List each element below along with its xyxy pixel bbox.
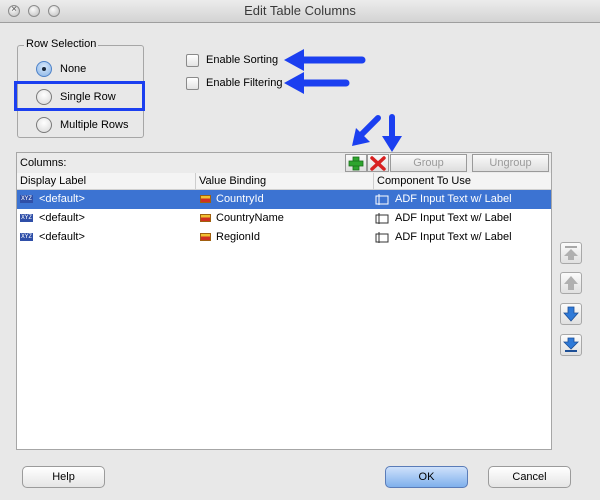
header-value-binding[interactable]: Value Binding [199,175,266,187]
enable-sorting-label: Enable Sorting [206,54,279,66]
annotation-highlight-box [14,81,145,111]
value-binding-cell[interactable]: CountryName [216,212,284,224]
table-row[interactable]: XYZ <default> RegionId ADF Input Text w/… [17,228,551,247]
display-label-cell[interactable]: <default> [39,212,85,224]
component-cell[interactable]: ADF Input Text w/ Label [395,193,512,205]
ungroup-button[interactable]: Ungroup [472,154,549,172]
columns-label: Columns: [20,157,67,169]
binding-icon [200,214,211,222]
radio-none-label: None [60,63,87,75]
table-row[interactable]: XYZ <default> CountryId ADF Input Text w… [17,190,551,209]
binding-icon [200,195,211,203]
help-button[interactable]: Help [22,466,105,488]
column-headers: Display Label Value Binding Component To… [17,173,551,190]
annotation-arrow-icon [382,114,402,152]
header-display-label[interactable]: Display Label [20,175,86,187]
binding-icon [200,233,211,241]
row-selection-label: Row Selection [24,38,99,50]
group-button[interactable]: Group [390,154,467,172]
annotation-arrow-icon [284,72,350,94]
move-up-button[interactable] [560,272,582,294]
columns-panel: Columns: Group Ungroup Display Label Val… [16,152,552,450]
text-type-icon: XYZ [20,233,33,241]
arrow-down-icon [563,306,579,322]
title-bar: × Edit Table Columns [0,0,600,23]
enable-filtering-checkbox[interactable]: Enable Filtering [186,75,282,91]
annotation-arrow-icon [352,115,381,146]
ok-button[interactable]: OK [385,466,468,488]
checkbox[interactable] [186,53,199,67]
text-type-icon: XYZ [20,214,33,222]
delete-column-button[interactable] [367,154,389,172]
enable-sorting-checkbox[interactable]: Enable Sorting [186,52,278,68]
radio-multiple-rows-label: Multiple Rows [60,119,129,131]
add-column-button[interactable] [345,154,367,172]
component-cell[interactable]: ADF Input Text w/ Label [395,212,512,224]
value-binding-cell[interactable]: CountryId [216,193,264,205]
component-cell[interactable]: ADF Input Text w/ Label [395,231,512,243]
move-top-icon [564,246,578,260]
checkbox[interactable] [186,76,199,90]
input-text-icon [375,232,389,243]
cancel-button[interactable]: Cancel [488,466,571,488]
text-type-icon: XYZ [20,195,33,203]
radio-button[interactable] [36,117,52,133]
columns-toolbar: Columns: Group Ungroup [17,153,551,174]
move-bottom-icon [563,337,579,352]
table-row[interactable]: XYZ <default> CountryName ADF Input Text… [17,209,551,228]
move-to-top-button[interactable] [560,242,582,264]
display-label-cell[interactable]: <default> [39,231,85,243]
input-text-icon [375,194,389,205]
move-down-button[interactable] [560,303,582,325]
window-title: Edit Table Columns [244,3,356,18]
move-to-bottom-button[interactable] [560,334,582,356]
plus-icon [348,156,364,171]
header-component[interactable]: Component To Use [377,175,471,187]
radio-button-selected[interactable] [36,61,52,77]
input-text-icon [375,213,389,224]
delete-x-icon [370,156,386,171]
radio-multiple-rows[interactable]: Multiple Rows [36,116,128,134]
enable-filtering-label: Enable Filtering [206,77,283,89]
arrow-up-icon [564,276,578,290]
value-binding-cell[interactable]: RegionId [216,231,260,243]
radio-none[interactable]: None [36,60,86,78]
display-label-cell[interactable]: <default> [39,193,85,205]
